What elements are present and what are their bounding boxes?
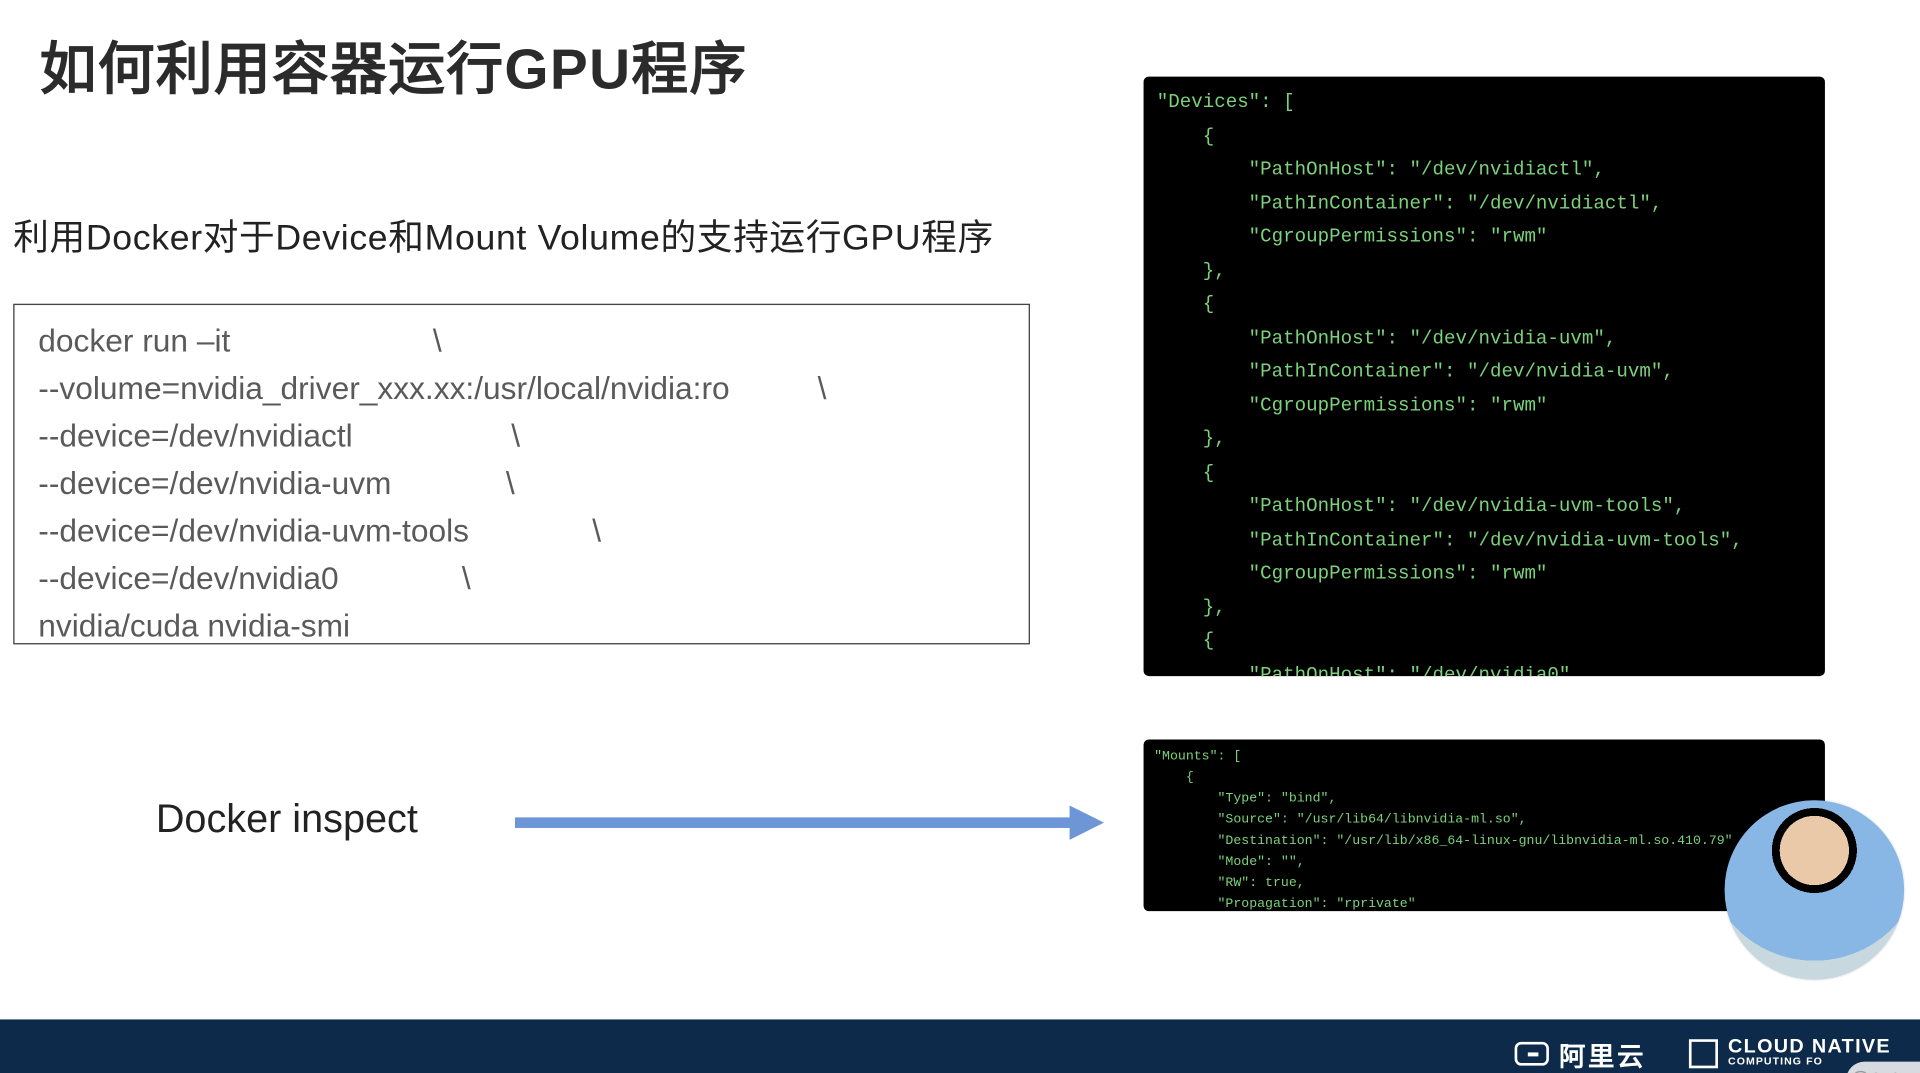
docker-inspect-label: Docker inspect <box>156 798 418 843</box>
slide-subtitle: 利用Docker对于Device和Mount Volume的支持运行GPU程序 <box>13 209 994 260</box>
arrow-icon <box>515 811 1109 835</box>
brand-cncf-main: CLOUD NATIVE <box>1728 1039 1891 1054</box>
watermark-badge: 亿速云 <box>1846 1062 1920 1073</box>
docker-run-command-box: docker run –it \ --volume=nvidia_driver_… <box>13 304 1030 645</box>
terminal-devices-output: "Devices": [ { "PathOnHost": "/dev/nvidi… <box>1144 77 1825 677</box>
brand-aliyun-text: 阿里云 <box>1559 1035 1646 1073</box>
presenter-avatar <box>1725 800 1905 980</box>
watermark-text: 亿速云 <box>1872 1070 1916 1073</box>
slide-footer: 阿里云 CLOUD NATIVE COMPUTING FO <box>0 1019 1920 1073</box>
slide-title: 如何利用容器运行GPU程序 <box>40 24 748 106</box>
slide-root: 如何利用容器运行GPU程序 利用Docker对于Device和Mount Vol… <box>0 0 1920 1073</box>
cncf-logo-icon <box>1688 1039 1717 1068</box>
aliyun-logo-icon <box>1514 1042 1548 1066</box>
brand-aliyun: 阿里云 <box>1514 1035 1646 1073</box>
terminal-mounts-output: "Mounts": [ { "Type": "bind", "Source": … <box>1144 739 1825 911</box>
